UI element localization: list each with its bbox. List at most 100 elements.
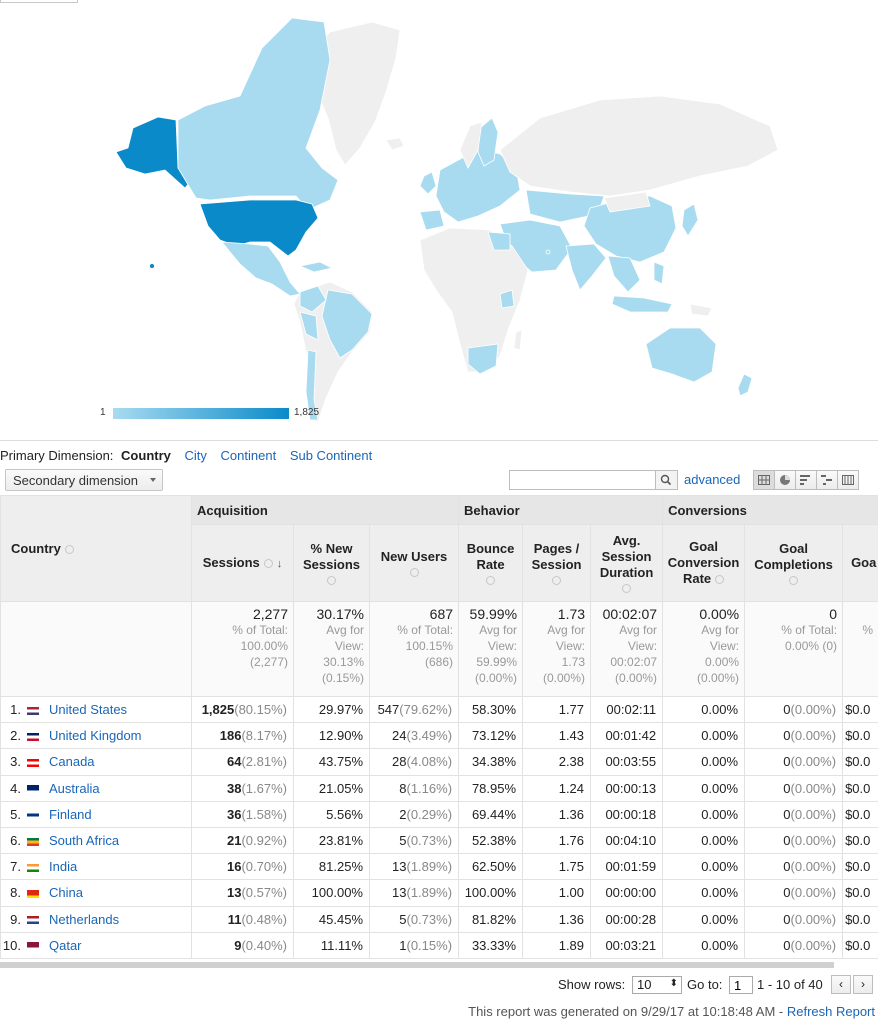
country-link[interactable]: United Kingdom	[49, 728, 142, 743]
geo-map[interactable]: 1 1,825	[0, 0, 878, 440]
goal-value-cell: $0.0	[842, 931, 878, 959]
world-map[interactable]	[0, 0, 878, 440]
table-filter-input[interactable]	[509, 470, 656, 490]
goal-completions-value: 0	[783, 806, 791, 822]
country-link[interactable]: Australia	[49, 781, 100, 796]
show-rows-select[interactable]: 10 ⬍	[632, 976, 682, 994]
total-note: 100.15%	[405, 639, 454, 653]
flag-icon	[27, 785, 39, 794]
sessions-percent: (2.81%)	[241, 754, 287, 770]
goal-completions-cell: 0(0.00%)	[744, 722, 844, 750]
country-uk	[419, 171, 437, 195]
primary-dimension-bar: Primary Dimension: Country City Continen…	[0, 448, 372, 463]
help-icon	[409, 568, 419, 577]
next-page-button[interactable]: ›	[853, 975, 873, 994]
chevron-left-icon: ‹	[839, 977, 843, 991]
new-sessions-cell: 29.97%	[293, 695, 370, 724]
new-users-value: 24	[392, 728, 407, 744]
sessions-percent: (0.70%)	[241, 859, 287, 875]
country-cell: 1. United States	[0, 695, 192, 724]
sessions-cell: 21(0.92%)	[191, 826, 294, 855]
row-number: 2.	[10, 728, 21, 744]
horizontal-scrollbar[interactable]	[0, 962, 834, 968]
goal-conversion-header[interactable]: Goal Conversion Rate	[662, 524, 746, 602]
total-value: 59.99%	[469, 606, 518, 622]
table-row: 9. Netherlands 11(0.48%) 45.45% 5(0.73%) 81.8…	[0, 905, 878, 933]
sessions-cell: 38(1.67%)	[191, 774, 294, 802]
total-note: View:	[627, 639, 658, 653]
avg-duration-header[interactable]: Avg. Session Duration	[590, 524, 664, 602]
total-note: Avg for	[701, 623, 740, 637]
sessions-header[interactable]: Sessions ↓	[191, 524, 294, 602]
total-value: 00:02:07	[602, 606, 658, 622]
sessions-percent: (0.92%)	[241, 833, 287, 849]
country-link[interactable]: Netherlands	[49, 912, 119, 927]
country-link[interactable]: Canada	[49, 754, 95, 769]
secondary-dimension-dropdown[interactable]: Secondary dimension	[5, 469, 163, 491]
country-cell: 6. South Africa	[0, 826, 192, 855]
new-sessions-cell: 21.05%	[293, 774, 370, 802]
view-percentage-button[interactable]	[774, 470, 796, 490]
advanced-filter-link[interactable]: advanced	[684, 472, 740, 487]
goal-conversion-cell: 0.00%	[662, 695, 746, 724]
sessions-value: 36	[227, 806, 242, 822]
view-data-table-button[interactable]	[753, 470, 775, 490]
avg-duration-cell: 00:00:28	[590, 905, 664, 933]
table-row: 4. Australia 38(1.67%) 21.05% 8(1.16%) 78.95%…	[0, 774, 878, 802]
new-users-header[interactable]: New Users	[368, 524, 460, 602]
legend-max-label: 1,825	[294, 407, 320, 418]
flag-icon	[27, 732, 39, 741]
bounce-rate-cell: 69.44%	[458, 800, 524, 828]
goto-page-input[interactable]	[729, 976, 753, 994]
region-caribbean	[298, 261, 334, 273]
sessions-cell: 36(1.58%)	[191, 800, 294, 828]
sort-descending-icon[interactable]: ↓	[277, 558, 283, 570]
country-cell: 2. United Kingdom	[0, 722, 192, 750]
search-button[interactable]	[656, 470, 678, 490]
goal-value-header[interactable]: Goa	[842, 524, 878, 602]
dimension-continent-link[interactable]: Continent	[221, 448, 277, 463]
new-users-value: 5	[399, 833, 407, 849]
table-row: 3. Canada 64(2.81%) 43.75% 28(4.08%) 34.38% 2.…	[0, 748, 878, 776]
sessions-cell: 11(0.48%)	[191, 905, 294, 933]
sessions-value: 38	[227, 780, 242, 796]
view-comparison-button[interactable]	[816, 470, 838, 490]
show-rows-label: Show rows:	[558, 977, 626, 992]
new-sessions-cell: 45.45%	[293, 905, 370, 933]
avg-duration-cell: 00:00:18	[590, 800, 664, 828]
pages-session-header[interactable]: Pages / Session	[522, 524, 592, 602]
prev-page-button[interactable]: ‹	[831, 975, 851, 994]
search-icon	[660, 474, 672, 486]
total-note: View:	[709, 639, 740, 653]
view-pivot-button[interactable]	[837, 470, 859, 490]
country-russia	[499, 95, 779, 197]
goal-value-cell: $0.0	[842, 748, 878, 776]
country-link[interactable]: South Africa	[49, 833, 119, 848]
country-link[interactable]: Finland	[49, 807, 92, 822]
dimension-city-link[interactable]: City	[185, 448, 207, 463]
bounce-rate-header[interactable]: Bounce Rate	[458, 524, 524, 602]
goal-completions-cell: 0(0.00%)	[744, 826, 844, 855]
country-link[interactable]: India	[49, 859, 77, 874]
new-sessions-header[interactable]: % New Sessions	[293, 524, 370, 602]
country-cell: 7. India	[0, 853, 192, 881]
sessions-value: 16	[227, 859, 242, 875]
goal-value-cell: $0.0	[842, 774, 878, 802]
refresh-report-link[interactable]: Refresh Report	[787, 1004, 875, 1019]
pages-session-cell: 1.89	[522, 931, 592, 959]
view-switcher	[753, 470, 859, 490]
dimension-sub-continent-link[interactable]: Sub Continent	[290, 448, 372, 463]
country-link[interactable]: China	[49, 885, 83, 900]
country-link[interactable]: Qatar	[49, 938, 82, 953]
country-header[interactable]: Country	[0, 495, 192, 602]
goal-value-header-label: Goa	[851, 555, 877, 570]
goal-completions-percent: (0.00%)	[790, 911, 837, 927]
country-link[interactable]: United States	[49, 702, 127, 717]
total-note: 59.99%	[476, 655, 518, 669]
goal-value-cell: $0.0	[842, 800, 878, 828]
goal-value-cell: $0.0	[842, 695, 878, 724]
goal-completions-header[interactable]: Goal Completions	[744, 524, 844, 602]
goal-completions-cell: 0(0.00%)	[744, 931, 844, 959]
view-performance-button[interactable]	[795, 470, 817, 490]
country-india	[565, 243, 607, 291]
